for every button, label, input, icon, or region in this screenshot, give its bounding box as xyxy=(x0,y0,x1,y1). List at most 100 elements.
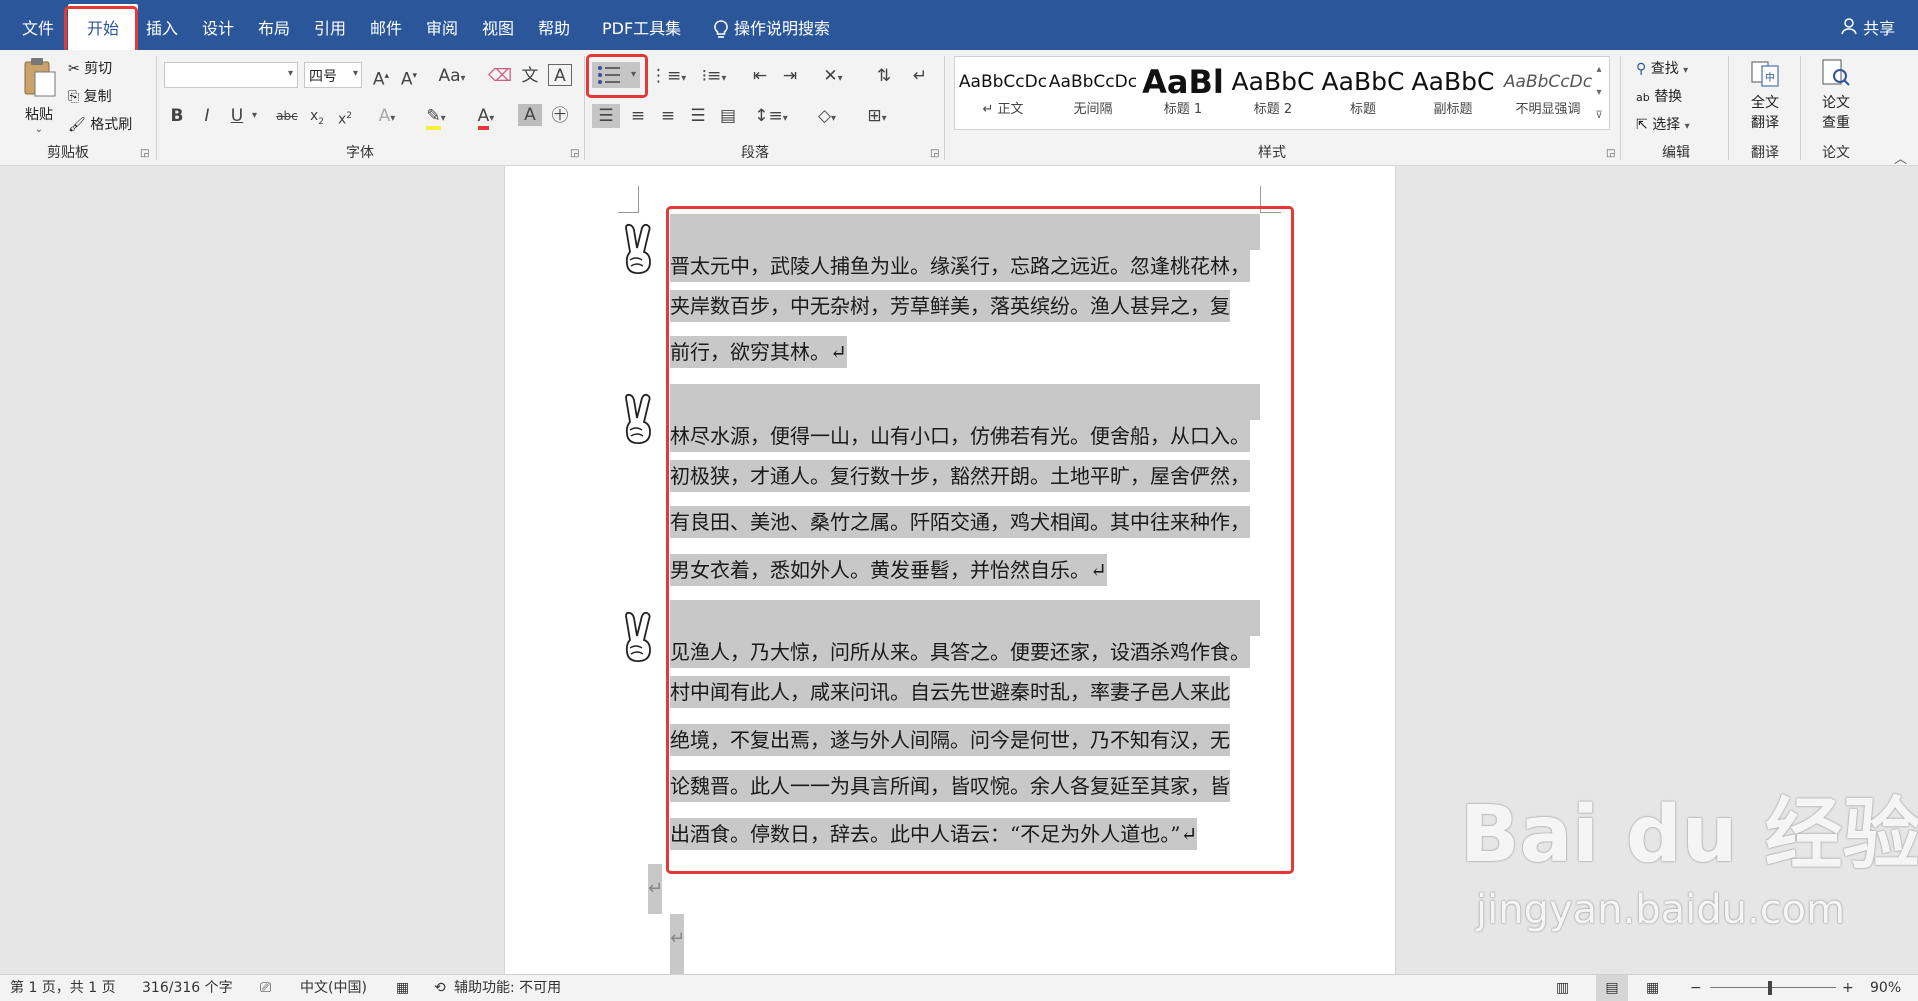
sort-icon[interactable]: ⇅ xyxy=(872,64,896,88)
phonetic-guide-icon[interactable]: 文 xyxy=(518,64,542,88)
style-heading-2[interactable]: AaBbC 标题 2 xyxy=(1228,60,1318,126)
text-effects-icon[interactable]: A▾ xyxy=(372,104,402,131)
paragraph-3-line[interactable]: 出酒食。停数日，辞去。此中人语云：“不足为外人道也。”↵ xyxy=(670,818,1198,850)
font-size-combobox[interactable]: 四号 ▾ xyxy=(304,62,362,88)
italic-icon[interactable]: I xyxy=(196,104,218,128)
character-border-icon[interactable]: A xyxy=(548,64,572,86)
clear-formatting-icon[interactable]: ⌫ xyxy=(488,64,512,88)
zoom-in-icon[interactable]: + xyxy=(1842,975,1854,1001)
zoom-out-icon[interactable]: − xyxy=(1690,975,1702,1001)
tab-design[interactable]: 设计 xyxy=(190,0,246,50)
style-subtle-emphasis[interactable]: AaBbCcDc 不明显强调 xyxy=(1498,60,1598,126)
find-button[interactable]: ⚲ 查找 ▾ xyxy=(1636,58,1688,78)
tab-references[interactable]: 引用 xyxy=(302,0,358,50)
paste-dropdown-icon[interactable]: ⌄ xyxy=(14,124,64,135)
empty-paragraph-mark[interactable]: ↵ xyxy=(670,914,685,974)
copy-button[interactable]: ⎘ 复制 xyxy=(68,86,112,106)
paragraph-2-line[interactable]: 林尽水源，便得一山，山有小口，仿佛若有光。便舍船，从口入。 xyxy=(670,420,1250,452)
enclose-characters-icon[interactable]: ㊉ xyxy=(548,104,572,128)
paragraph-3-line[interactable]: 见渔人，乃大惊，问所从来。具答之。便要还家，设酒杀鸡作食。 xyxy=(670,636,1250,668)
character-shading-icon[interactable]: A xyxy=(518,104,542,126)
empty-paragraph-mark[interactable]: ↵ xyxy=(648,864,663,914)
multilevel-list-icon[interactable]: ⁝≡▾ xyxy=(694,64,734,91)
distributed-icon[interactable]: ▤ xyxy=(714,104,742,128)
paragraph-2-line[interactable]: 初极狭，才通人。复行数十步，豁然开朗。土地平旷，屋舍俨然， xyxy=(670,460,1250,492)
share-button[interactable]: 共享 xyxy=(1828,0,1907,50)
styles-scroll[interactable]: ▴ ▾ ⊽ xyxy=(1590,58,1608,128)
tab-file[interactable]: 文件 xyxy=(10,0,66,50)
tab-home[interactable]: 开始 xyxy=(68,4,138,52)
tab-view[interactable]: 视图 xyxy=(470,0,526,50)
word-count[interactable]: 316/316 个字 xyxy=(142,975,233,1001)
underline-dropdown-icon[interactable]: ▾ xyxy=(252,110,257,121)
font-color-icon[interactable]: A▾ xyxy=(468,104,504,131)
font-launcher-icon[interactable]: ◲ xyxy=(570,148,579,159)
line-spacing-icon[interactable]: ↕≡▾ xyxy=(752,104,790,131)
chinese-layout-icon[interactable]: ✕▾ xyxy=(816,64,850,91)
show-paragraph-marks-icon[interactable]: ↵ xyxy=(908,64,932,88)
print-layout-icon[interactable]: ▤ xyxy=(1596,975,1628,1001)
align-right-icon[interactable]: ≡ xyxy=(654,104,682,128)
replace-button[interactable]: ab 替换 xyxy=(1636,86,1682,106)
collapse-ribbon-icon[interactable]: ︿ xyxy=(1894,148,1907,167)
change-case-icon[interactable]: Aa▾ xyxy=(434,64,470,91)
paragraph-1-line[interactable]: 前行，欲穷其林。↵ xyxy=(670,336,847,368)
accessibility-status[interactable]: 辅助功能: 不可用 xyxy=(454,975,561,1001)
tab-review[interactable]: 审阅 xyxy=(414,0,470,50)
paragraph-2-line[interactable]: 男女衣着，悉如外人。黄发垂髫，并怡然自乐。↵ xyxy=(670,554,1107,586)
web-layout-icon[interactable]: ▦ xyxy=(1646,975,1659,1001)
style-title[interactable]: AaBbC 标题 xyxy=(1318,60,1408,126)
zoom-level[interactable]: 90% xyxy=(1870,975,1901,1001)
proofing-icon[interactable]: ⎚ xyxy=(260,975,271,1001)
font-name-combobox[interactable]: ▾ xyxy=(164,62,298,88)
read-mode-icon[interactable]: ▥ xyxy=(1556,975,1569,1001)
zoom-slider[interactable] xyxy=(1710,987,1836,988)
align-left-icon[interactable]: ☰ xyxy=(592,104,620,128)
highlighter-icon[interactable]: ✎▾ xyxy=(418,104,454,131)
styles-launcher-icon[interactable]: ◲ xyxy=(1606,148,1615,159)
paragraph-launcher-icon[interactable]: ◲ xyxy=(930,148,939,159)
style-no-spacing[interactable]: AaBbCcDc 无间隔 xyxy=(1048,60,1138,126)
thesis-check-button[interactable]: 论文 查重 xyxy=(1810,58,1862,132)
numbering-icon[interactable]: ⋮≡▾ xyxy=(650,64,686,91)
tab-pdf-tools[interactable]: PDF工具集 xyxy=(590,0,693,50)
shrink-font-icon[interactable]: A▾ xyxy=(398,64,420,92)
paragraph-3-line[interactable]: 论魏晋。此人一一为具言所闻，皆叹惋。余人各复延至其家，皆 xyxy=(670,770,1230,802)
shading-icon[interactable]: ◇▾ xyxy=(808,104,846,131)
style-normal[interactable]: AaBbCcDc ↵ 正文 xyxy=(958,60,1048,126)
tab-layout[interactable]: 布局 xyxy=(246,0,302,50)
bullets-button[interactable]: ▾ xyxy=(592,62,640,88)
justify-icon[interactable]: ☰ xyxy=(684,104,712,128)
tab-insert[interactable]: 插入 xyxy=(134,0,190,50)
paragraph-2-line[interactable]: 有良田、美池、桑竹之属。阡陌交通，鸡犬相闻。其中往来种作， xyxy=(670,506,1250,538)
language-indicator[interactable]: 中文(中国) xyxy=(300,975,367,1001)
tab-mailings[interactable]: 邮件 xyxy=(358,0,414,50)
underline-icon[interactable]: U xyxy=(226,104,248,128)
decrease-indent-icon[interactable]: ⇤ xyxy=(748,64,772,88)
tell-me-search[interactable]: 操作说明搜索 xyxy=(724,0,842,50)
select-button[interactable]: ⇱ 选择 ▾ xyxy=(1636,114,1690,134)
paragraph-1-line[interactable]: 晋太元中，武陵人捕鱼为业。缘溪行，忘路之远近。忽逢桃花林， xyxy=(670,250,1250,282)
strikethrough-icon[interactable]: abc xyxy=(272,104,302,128)
paragraph-3-line[interactable]: 绝境，不复出焉，遂与外人间隔。问今是何世，乃不知有汉，无 xyxy=(670,724,1230,756)
grow-font-icon[interactable]: A▴ xyxy=(370,64,392,92)
zoom-slider-thumb[interactable] xyxy=(1768,981,1772,995)
page-count[interactable]: 第 1 页，共 1 页 xyxy=(10,975,116,1001)
style-subtitle[interactable]: AaBbC 副标题 xyxy=(1408,60,1498,126)
superscript-icon[interactable]: x2 xyxy=(334,104,356,132)
clipboard-launcher-icon[interactable]: ◲ xyxy=(140,148,149,159)
increase-indent-icon[interactable]: ⇥ xyxy=(778,64,802,88)
tab-help[interactable]: 帮助 xyxy=(526,0,582,50)
paragraph-3-line[interactable]: 村中闻有此人，咸来问讯。自云先世避秦时乱，率妻子邑人来此 xyxy=(670,676,1230,708)
subscript-icon[interactable]: x2 xyxy=(306,104,328,134)
align-center-icon[interactable]: ≡ xyxy=(624,104,652,128)
format-painter-button[interactable]: 🖌 格式刷 xyxy=(68,114,132,134)
paragraph-1-line[interactable]: 夹岸数百步，中无杂树，芳草鲜美，落英缤纷。渔人甚异之，复 xyxy=(670,290,1230,322)
cut-button[interactable]: ✂ 剪切 xyxy=(68,58,112,78)
bold-icon[interactable]: B xyxy=(166,104,188,128)
full-translate-button[interactable]: 中 全文 翻译 xyxy=(1740,58,1790,132)
input-mode-icon[interactable]: ▦ xyxy=(396,975,409,1001)
borders-icon[interactable]: ⊞▾ xyxy=(858,104,896,131)
paste-button[interactable]: 粘贴 ⌄ xyxy=(14,56,64,136)
style-heading-1[interactable]: AaBl 标题 1 xyxy=(1138,60,1228,126)
